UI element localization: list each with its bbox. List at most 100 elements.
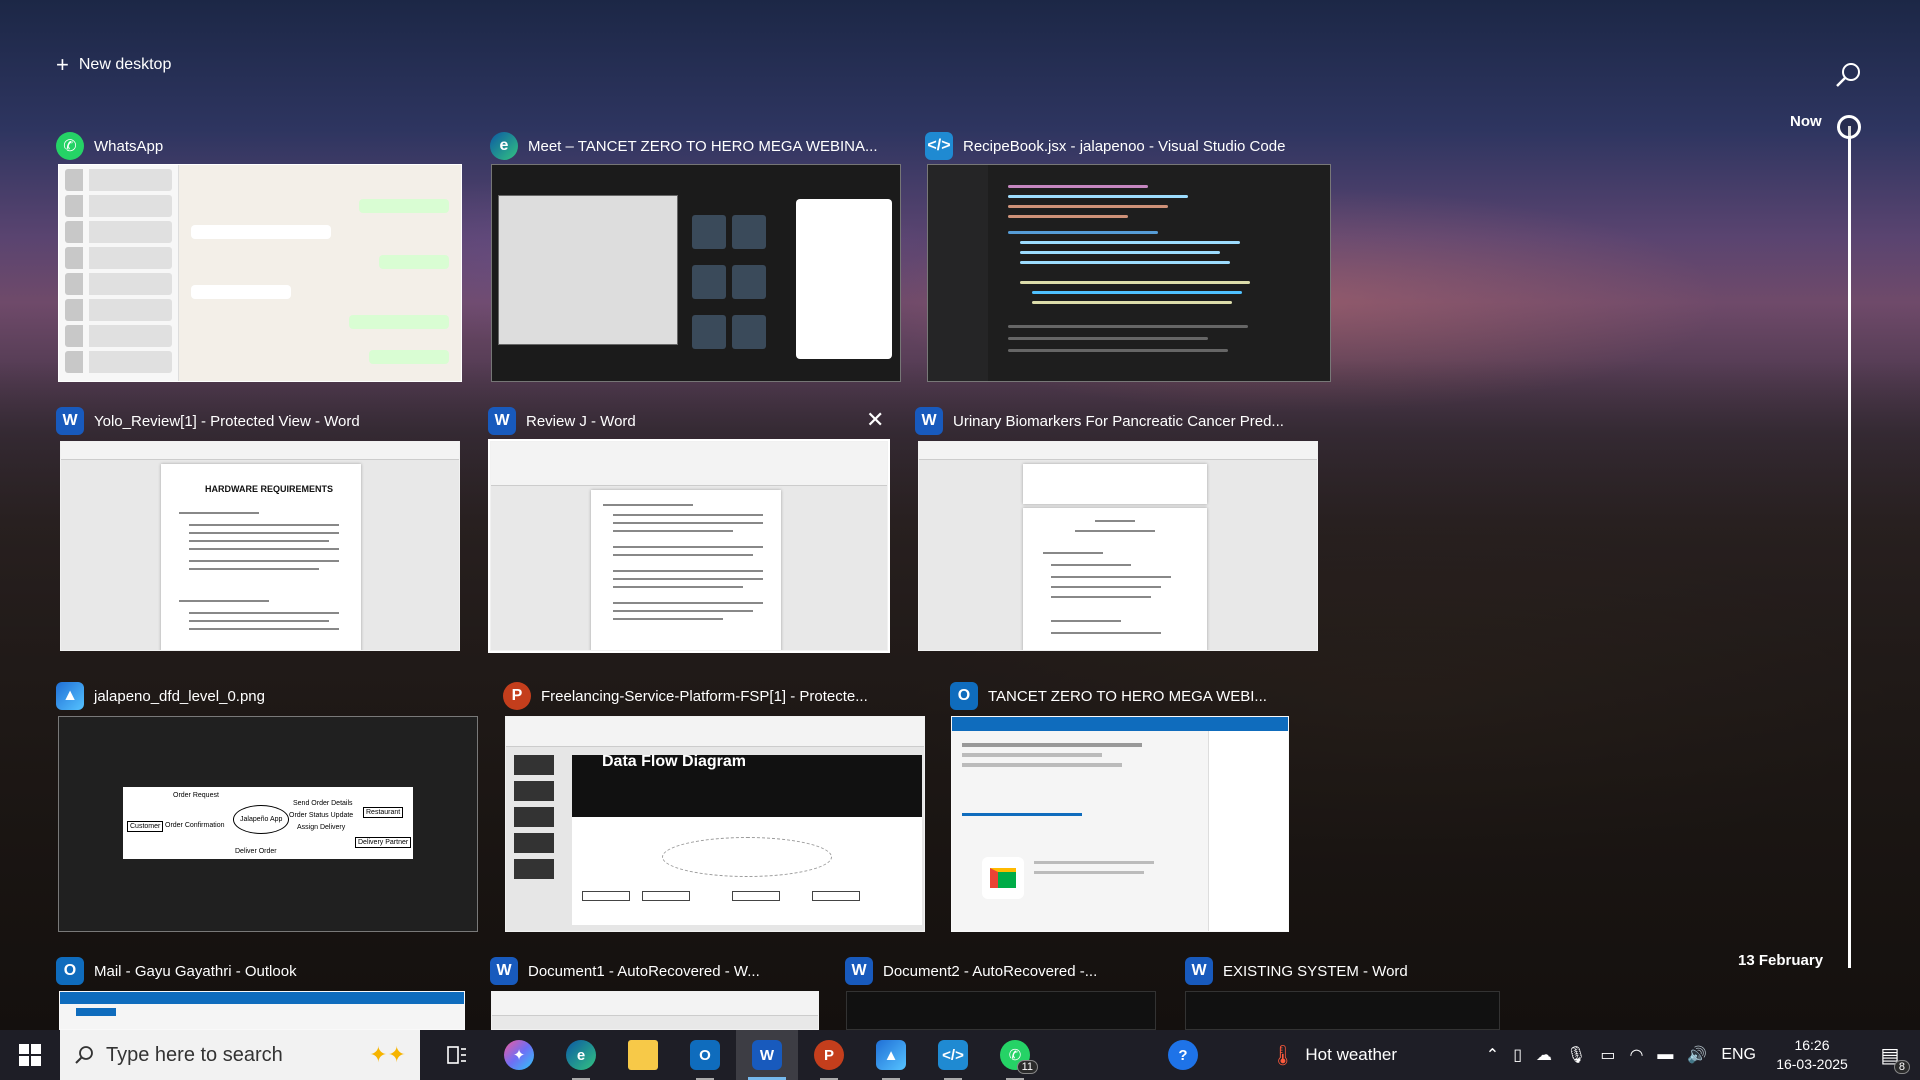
taskbar-photos[interactable]: ▲ bbox=[860, 1030, 922, 1080]
close-icon[interactable]: ✕ bbox=[866, 407, 884, 433]
window-card-word-review[interactable]: W Review J - Word ✕ bbox=[488, 405, 890, 657]
language-indicator[interactable]: ENG bbox=[1721, 1046, 1756, 1064]
notification-badge: 8 bbox=[1893, 1060, 1910, 1074]
window-thumbnail[interactable] bbox=[58, 164, 462, 382]
window-title: Freelancing-Service-Platform-FSP[1] - Pr… bbox=[541, 687, 868, 705]
onedrive-icon[interactable]: ☁ bbox=[1536, 1045, 1552, 1065]
outlook-icon: O bbox=[950, 682, 978, 710]
window-title: TANCET ZERO TO HERO MEGA WEBI... bbox=[988, 687, 1267, 705]
window-card-word-document1[interactable]: W Document1 - AutoRecovered - W... bbox=[490, 955, 820, 1030]
window-thumbnail[interactable]: HARDWARE REQUIREMENTS bbox=[60, 441, 460, 651]
dfd-assign: Assign Delivery bbox=[297, 824, 346, 831]
window-card-outlook-tancet[interactable]: O TANCET ZERO TO HERO MEGA WEBI... bbox=[950, 680, 1290, 932]
search-placeholder: Type here to search bbox=[106, 1043, 283, 1066]
window-card-word-existing-system[interactable]: W EXISTING SYSTEM - Word bbox=[1185, 955, 1505, 1030]
thermometer-icon: 🌡 bbox=[1270, 1044, 1296, 1067]
window-card-word-urinary[interactable]: W Urinary Biomarkers For Pancreatic Canc… bbox=[915, 405, 1320, 657]
timeline-now-label: Now bbox=[1790, 113, 1822, 130]
taskbar-vscode[interactable]: </> bbox=[922, 1030, 984, 1080]
window-thumbnail[interactable]: Customer Jalapeño App Restaurant Deliver… bbox=[58, 716, 478, 932]
window-card-whatsapp[interactable]: ✆ WhatsApp bbox=[56, 130, 464, 382]
photos-icon: ▲ bbox=[56, 682, 84, 710]
taskbar-search-box[interactable]: Type here to search ✦✦ bbox=[60, 1030, 420, 1080]
clock[interactable]: 16:26 16-03-2025 bbox=[1770, 1036, 1854, 1074]
window-card-edge-meet[interactable]: e Meet – TANCET ZERO TO HERO MEGA WEBINA… bbox=[490, 130, 902, 382]
new-desktop-button[interactable]: + New desktop bbox=[56, 54, 172, 76]
window-title-bar: e Meet – TANCET ZERO TO HERO MEGA WEBINA… bbox=[490, 130, 902, 162]
new-desktop-label: New desktop bbox=[78, 56, 172, 73]
word-icon: W bbox=[56, 407, 84, 435]
timeline-handle[interactable] bbox=[1837, 115, 1861, 139]
microphone-icon[interactable]: 🎙 bbox=[1566, 1045, 1586, 1065]
file-explorer-icon bbox=[628, 1040, 658, 1070]
window-card-word-document2[interactable]: W Document2 - AutoRecovered -... bbox=[845, 955, 1175, 1030]
dfd-restaurant: Restaurant bbox=[363, 807, 404, 818]
window-title-bar: W Document1 - AutoRecovered - W... bbox=[490, 955, 820, 987]
document-page: HARDWARE REQUIREMENTS bbox=[161, 464, 361, 650]
window-thumbnail[interactable] bbox=[918, 441, 1318, 651]
window-thumbnail[interactable] bbox=[491, 164, 901, 382]
window-title: Document1 - AutoRecovered - W... bbox=[528, 962, 760, 980]
window-card-photos-dfd[interactable]: ▲ jalapeno_dfd_level_0.png Customer Jala… bbox=[56, 680, 480, 932]
search-icon[interactable] bbox=[1833, 60, 1863, 90]
taskbar-file-explorer[interactable] bbox=[612, 1030, 674, 1080]
window-title-bar: W Review J - Word bbox=[488, 405, 890, 437]
word-icon: W bbox=[915, 407, 943, 435]
powerpoint-icon: P bbox=[503, 682, 531, 710]
phone-link-icon[interactable]: ▯ bbox=[1513, 1045, 1522, 1065]
window-thumbnail[interactable] bbox=[1185, 991, 1500, 1030]
taskbar-edge[interactable]: e bbox=[550, 1030, 612, 1080]
outlook-icon: O bbox=[56, 957, 84, 985]
window-thumbnail[interactable] bbox=[927, 164, 1331, 382]
start-button[interactable] bbox=[0, 1030, 60, 1080]
window-title-bar: W Document2 - AutoRecovered -... bbox=[845, 955, 1175, 987]
taskbar-outlook[interactable]: O bbox=[674, 1030, 736, 1080]
edge-icon: e bbox=[566, 1040, 596, 1070]
dfd-order-request: Order Request bbox=[173, 792, 219, 799]
chat-list bbox=[59, 165, 179, 381]
window-thumbnail[interactable] bbox=[951, 716, 1289, 932]
window-title-bar: O TANCET ZERO TO HERO MEGA WEBI... bbox=[950, 680, 1290, 712]
word-icon: W bbox=[1185, 957, 1213, 985]
window-title-bar: </> RecipeBook.jsx - jalapenoo - Visual … bbox=[925, 130, 1333, 162]
window-thumbnail[interactable] bbox=[491, 991, 819, 1030]
window-card-word-yolo[interactable]: W Yolo_Review[1] - Protected View - Word… bbox=[56, 405, 462, 657]
window-thumbnail[interactable] bbox=[846, 991, 1156, 1030]
word-icon: W bbox=[752, 1040, 782, 1070]
window-thumbnail[interactable] bbox=[59, 991, 465, 1030]
timeline-date-label: 13 February bbox=[1738, 952, 1824, 969]
taskbar-help[interactable]: ? bbox=[1152, 1030, 1214, 1080]
window-title: Meet – TANCET ZERO TO HERO MEGA WEBINA..… bbox=[528, 137, 878, 155]
display-icon[interactable]: ▭ bbox=[1600, 1045, 1615, 1065]
whatsapp-icon: ✆ bbox=[56, 132, 84, 160]
shared-screen bbox=[498, 195, 678, 345]
clock-date: 16-03-2025 bbox=[1776, 1056, 1848, 1072]
chevron-up-icon[interactable]: ⌃ bbox=[1486, 1045, 1499, 1065]
slide-heading: Data Flow Diagram bbox=[602, 753, 747, 770]
taskbar-powerpoint[interactable]: P bbox=[798, 1030, 860, 1080]
taskbar-word[interactable]: W bbox=[736, 1030, 798, 1080]
windows-logo-icon bbox=[19, 1044, 41, 1066]
taskbar-whatsapp[interactable]: ✆ 11 bbox=[984, 1030, 1046, 1080]
window-title: Urinary Biomarkers For Pancreatic Cancer… bbox=[953, 412, 1284, 430]
dfd-deliver: Deliver Order bbox=[235, 848, 277, 855]
document-page bbox=[591, 490, 781, 650]
clock-time: 16:26 bbox=[1794, 1037, 1830, 1053]
weather-widget[interactable]: 🌡 Hot weather bbox=[1270, 1043, 1397, 1068]
taskbar-copilot[interactable]: ✦ bbox=[488, 1030, 550, 1080]
wifi-icon[interactable]: ◠ bbox=[1629, 1045, 1643, 1065]
notification-button[interactable]: ▤ 8 bbox=[1868, 1030, 1912, 1080]
window-card-outlook-mail[interactable]: O Mail - Gayu Gayathri - Outlook bbox=[56, 955, 468, 1030]
window-title: RecipeBook.jsx - jalapenoo - Visual Stud… bbox=[963, 137, 1286, 155]
window-thumbnail[interactable] bbox=[488, 439, 890, 653]
volume-icon[interactable]: 🔊 bbox=[1687, 1045, 1707, 1065]
battery-icon[interactable]: ▬ bbox=[1657, 1046, 1673, 1064]
ribbon bbox=[506, 717, 924, 747]
dfd-diagram: Customer Jalapeño App Restaurant Deliver… bbox=[123, 787, 413, 859]
task-view-button[interactable] bbox=[426, 1030, 488, 1080]
chat-pane bbox=[179, 165, 461, 381]
timeline-track[interactable] bbox=[1848, 126, 1851, 968]
window-card-vscode[interactable]: </> RecipeBook.jsx - jalapenoo - Visual … bbox=[925, 130, 1333, 382]
window-card-powerpoint[interactable]: P Freelancing-Service-Platform-FSP[1] - … bbox=[503, 680, 927, 932]
window-thumbnail[interactable]: Data Flow Diagram bbox=[505, 716, 925, 932]
